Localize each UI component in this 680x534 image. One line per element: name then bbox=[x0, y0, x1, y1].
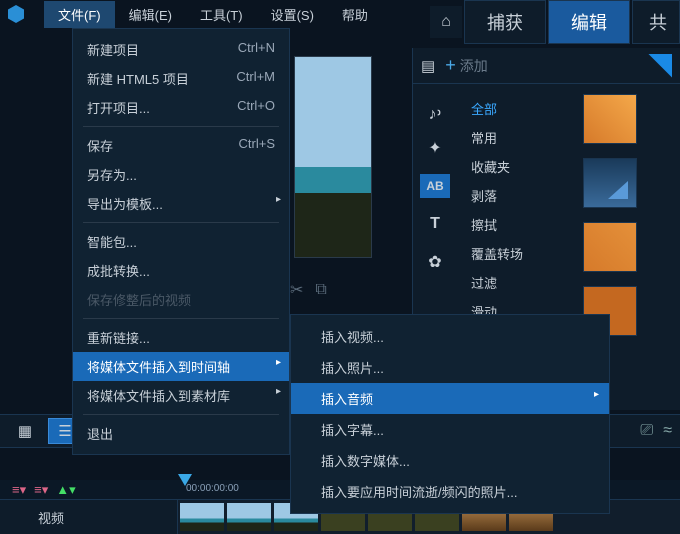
cat-common[interactable]: 常用 bbox=[457, 123, 577, 152]
preview-controls: ✂ ⧉ bbox=[290, 280, 327, 300]
app-logo bbox=[8, 5, 24, 23]
insert-submenu: 插入视频... 插入照片... 插入音频▸ 插入字幕... 插入数字媒体... … bbox=[290, 314, 610, 514]
menu-help[interactable]: 帮助 bbox=[328, 1, 382, 28]
file-batch-convert[interactable]: 成批转换... bbox=[73, 256, 289, 285]
effects-icon[interactable]: ✦ bbox=[420, 136, 450, 160]
cat-cover[interactable]: 覆盖转场 bbox=[457, 239, 577, 268]
top-tabs: ⌂ 捕获 编辑 共 bbox=[430, 0, 680, 44]
menu-tools[interactable]: 工具(T) bbox=[186, 1, 257, 28]
insert-timelapse[interactable]: 插入要应用时间流逝/频闪的照片... bbox=[291, 476, 609, 507]
marker-icon: ▲▾ bbox=[56, 482, 75, 498]
file-save[interactable]: 保存Ctrl+S bbox=[73, 131, 289, 160]
file-open-project[interactable]: 打开项目...Ctrl+O bbox=[73, 93, 289, 122]
file-smart-pack[interactable]: 智能包... bbox=[73, 227, 289, 256]
transition-thumb[interactable] bbox=[583, 222, 637, 272]
menu-edit[interactable]: 编辑(E) bbox=[115, 1, 186, 28]
add-button[interactable]: +添加 bbox=[445, 55, 488, 76]
graphics-icon[interactable]: ✿ bbox=[420, 250, 450, 274]
insert-audio[interactable]: 插入音频▸ bbox=[291, 383, 609, 414]
audio-icon[interactable]: ≈ bbox=[663, 422, 672, 440]
transition-thumb[interactable] bbox=[583, 94, 637, 144]
list2-icon: ≡▾ bbox=[34, 482, 48, 498]
cat-wipe[interactable]: 擦拭 bbox=[457, 210, 577, 239]
tab-share[interactable]: 共 bbox=[632, 0, 680, 44]
file-new-html5[interactable]: 新建 HTML5 项目Ctrl+M bbox=[73, 64, 289, 93]
file-relink[interactable]: 重新链接... bbox=[73, 323, 289, 352]
copy-icon[interactable]: ⧉ bbox=[315, 281, 326, 299]
insert-subtitle[interactable]: 插入字幕... bbox=[291, 414, 609, 445]
file-exit[interactable]: 退出 bbox=[73, 419, 289, 448]
add-label: 添加 bbox=[460, 56, 488, 76]
ruler-tick: 00:00:00:00 bbox=[186, 483, 239, 494]
file-save-trimmed: 保存修整后的视频 bbox=[73, 285, 289, 314]
list-icon: ≡▾ bbox=[12, 482, 26, 498]
side-panel-header: ▤ +添加 bbox=[413, 48, 680, 84]
storyboard-view-button[interactable]: ▦ bbox=[8, 418, 42, 444]
track-label: 视频 bbox=[0, 500, 178, 534]
file-new-project[interactable]: 新建项目Ctrl+N bbox=[73, 35, 289, 64]
library-icon[interactable]: ▤ bbox=[421, 57, 435, 75]
file-insert-library[interactable]: 将媒体文件插入到素材库▸ bbox=[73, 381, 289, 410]
insert-video[interactable]: 插入视频... bbox=[291, 321, 609, 352]
cat-peel[interactable]: 剥落 bbox=[457, 181, 577, 210]
title-icon[interactable]: T bbox=[420, 212, 450, 236]
home-icon[interactable]: ⌂ bbox=[430, 6, 462, 38]
clip-thumb[interactable] bbox=[180, 503, 224, 531]
tab-capture[interactable]: 捕获 bbox=[464, 0, 546, 44]
cut-icon[interactable]: ✂ bbox=[290, 280, 303, 300]
transitions-icon[interactable]: AB bbox=[420, 174, 450, 198]
menu-settings[interactable]: 设置(S) bbox=[257, 1, 328, 28]
file-export-template[interactable]: 导出为模板...▸ bbox=[73, 189, 289, 218]
file-save-as[interactable]: 另存为... bbox=[73, 160, 289, 189]
pin-icon[interactable] bbox=[648, 54, 672, 78]
preview-thumbnail[interactable] bbox=[294, 56, 372, 258]
clip-thumb[interactable] bbox=[227, 503, 271, 531]
insert-digital[interactable]: 插入数字媒体... bbox=[291, 445, 609, 476]
cat-all[interactable]: 全部 bbox=[457, 94, 577, 123]
file-insert-timeline[interactable]: 将媒体文件插入到时间轴▸ bbox=[73, 352, 289, 381]
transition-thumb[interactable] bbox=[583, 158, 637, 208]
file-dropdown: 新建项目Ctrl+N 新建 HTML5 项目Ctrl+M 打开项目...Ctrl… bbox=[72, 28, 290, 455]
insert-photo[interactable]: 插入照片... bbox=[291, 352, 609, 383]
music-icon[interactable]: ♪᠈ bbox=[420, 98, 450, 122]
menu-file[interactable]: 文件(F) bbox=[44, 1, 115, 28]
cat-favorites[interactable]: 收藏夹 bbox=[457, 152, 577, 181]
mixer-icon[interactable]: ⎚ bbox=[640, 422, 653, 440]
tab-edit[interactable]: 编辑 bbox=[548, 0, 630, 44]
cat-filter[interactable]: 过滤 bbox=[457, 268, 577, 297]
